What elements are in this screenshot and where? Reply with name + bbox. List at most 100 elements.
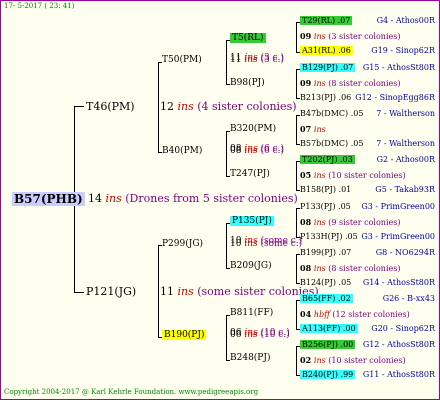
line-name: G14 - AthosSt80R xyxy=(362,278,435,287)
sister-note: (9 sister colonies) xyxy=(325,218,401,227)
gen4-queen-bottom: B240(PJ) .99 xyxy=(300,370,356,379)
sister-note: (8 sister colonies) xyxy=(325,264,401,273)
queen-id: T29(RL) .07 xyxy=(300,16,353,25)
copyright-footer: Copyright 2004-2017 @ Karl Kehrle Founda… xyxy=(4,388,259,396)
queen-id: B190(PJ) xyxy=(162,330,207,340)
queen-id: A31(RL) .06 xyxy=(300,46,353,55)
queen-id: B213(PJ) .06 xyxy=(300,93,352,102)
queen-id: B240(PJ) .99 xyxy=(300,370,356,379)
inbreeding-label: ins xyxy=(313,356,326,365)
gen4-drone-info: 08 ins (9 sister colonies) xyxy=(300,218,400,227)
gen4-queen-bottom: B124(PJ) .05 xyxy=(300,279,351,287)
stub-gen1-a xyxy=(74,106,84,107)
line-name: G3 - PrimGreen00 xyxy=(361,232,435,241)
bracket-gen3-0 xyxy=(226,40,227,84)
sister-note: (6 c.) xyxy=(257,144,284,154)
gen2-queen: B190(PJ) xyxy=(162,330,207,340)
gen4-line-top: G26 - B-xx43 xyxy=(383,295,435,303)
queen-id: B57b(DMC) .05 xyxy=(300,139,364,148)
bracket-gen2-a xyxy=(158,62,159,152)
drone-count: 08 xyxy=(300,217,314,227)
queen-id: B124(PJ) .05 xyxy=(300,278,352,287)
gen4-queen-top: P133(PJ) .05 xyxy=(300,203,351,211)
gen4-line-bottom: G3 - PrimGreen00 xyxy=(361,233,435,241)
bracket-gen4-2 xyxy=(296,115,297,144)
inbreeding-label: ins xyxy=(244,144,258,154)
sister-note: (8 sister colonies) xyxy=(325,79,401,88)
line-name: G5 - Takab93R xyxy=(375,185,435,194)
gen4-line-bottom: G20 - Sinop62R xyxy=(371,325,435,333)
drone-count: 14 xyxy=(88,192,106,205)
line-name: G15 - AthosSt80R xyxy=(362,63,435,72)
gen3-queen: P135(PJ) xyxy=(230,216,274,226)
queen-id: P133H(PJ) .05 xyxy=(300,232,358,241)
gen4-queen-top: B47b(DMC) .05 xyxy=(300,110,363,118)
line-name: G2 - Athos00R xyxy=(376,155,435,164)
sister-note: (some c.) xyxy=(257,236,303,246)
queen-id: B65(FF) .02 xyxy=(300,294,353,303)
inbreeding-label: ins xyxy=(313,79,326,88)
drone-count: 08 xyxy=(300,263,314,273)
gen4-line-bottom: G12 - SinopEgg86R xyxy=(355,94,435,102)
inbreeding-label: ins xyxy=(313,264,326,273)
gen3-queen: T247(PJ) xyxy=(230,170,270,179)
gen4-line-bottom: G19 - Sinop62R xyxy=(371,47,435,55)
drone-count: 09 xyxy=(300,31,314,41)
sister-note: (3 sister colonies) xyxy=(325,32,401,41)
gen4-line-top: G2 - Athos00R xyxy=(377,156,435,164)
gen4-drone-info: 07 ins xyxy=(300,125,326,134)
gen4-queen-bottom: B158(PJ) .01 xyxy=(300,186,351,194)
inbreeding-label: ins xyxy=(177,100,194,113)
gen3-queen: B248(PJ) xyxy=(230,354,270,363)
gen3-queen: B811(FF) xyxy=(230,309,273,318)
gen4-queen-bottom: P133H(PJ) .05 xyxy=(300,233,358,241)
line-name: G20 - Sinop62R xyxy=(371,324,435,333)
gen1-drone-info: 12 ins (4 sister colonies) xyxy=(160,101,297,112)
gen4-queen-top: B199(PJ) .07 xyxy=(300,249,351,257)
gen3-queen: B209(JG) xyxy=(230,262,272,271)
sister-note: (Drones from 5 sister colonies) xyxy=(121,192,298,205)
queen-id: T50(PM) xyxy=(162,55,202,65)
queen-id: A113(FF) .00 xyxy=(300,324,358,333)
gen4-queen-bottom: B57b(DMC) .05 xyxy=(300,140,363,148)
bracket-gen4-3 xyxy=(296,161,297,190)
bracket-gen3-2 xyxy=(226,223,227,268)
line-name: G3 - PrimGreen00 xyxy=(361,202,435,211)
drone-count: 11 xyxy=(160,285,178,298)
queen-id: B248(PJ) xyxy=(230,353,271,363)
inbreeding-label: ins xyxy=(313,32,326,41)
root-queen: B57(PHB) xyxy=(12,192,85,206)
queen-id: B40(PM) xyxy=(162,146,203,156)
stub-gen1-b xyxy=(74,292,84,293)
bracket-gen2-b xyxy=(158,245,159,337)
gen1-drone-info: 11 ins (some sister colonies) xyxy=(160,286,319,297)
gen4-queen-top: T29(RL) .07 xyxy=(300,16,353,25)
sister-note: (10 sister colonies) xyxy=(325,171,406,180)
queen-id: B158(PJ) .01 xyxy=(300,185,352,194)
sister-note: (10 sister colonies) xyxy=(325,356,406,365)
gen4-line-bottom: G14 - AthosSt80R xyxy=(363,279,435,287)
gen2-queen: B40(PM) xyxy=(162,147,202,156)
queen-id: B209(JG) xyxy=(230,261,272,271)
inbreeding-label: ins xyxy=(244,236,258,246)
gen4-queen-top: B65(FF) .02 xyxy=(300,294,353,303)
bracket-gen4-4 xyxy=(296,208,297,237)
drone-count: 10 xyxy=(230,236,245,246)
gen2-queen: T50(PM) xyxy=(162,56,202,65)
drone-count: 12 xyxy=(160,100,178,113)
bracket-gen4-5 xyxy=(296,254,297,283)
gen1-queen: P121(JG) xyxy=(86,286,136,297)
gen4-queen-bottom: A113(FF) .00 xyxy=(300,324,358,333)
gen4-line-bottom: G11 - AthosSt80R xyxy=(363,371,435,379)
gen3-queen: T5(RL) xyxy=(230,33,266,43)
sister-note: (3 c.) xyxy=(257,53,284,63)
bracket-gen4-7 xyxy=(296,346,297,375)
gen4-drone-info: 05 ins (10 sister colonies) xyxy=(300,171,406,180)
gen4-queen-bottom: B213(PJ) .06 xyxy=(300,94,351,102)
gen4-line-bottom: 7 - Waltherson xyxy=(376,140,435,148)
gen4-drone-info: 08 ins (8 sister colonies) xyxy=(300,264,400,273)
gen3-drone-info: 06 ins (10 c.) xyxy=(230,329,290,338)
root-id: B57(PHB) xyxy=(12,192,85,206)
gen4-queen-top: B256(PJ) .00 xyxy=(300,340,356,349)
gen3-drone-info: 10 ins (some c.) xyxy=(230,237,302,246)
